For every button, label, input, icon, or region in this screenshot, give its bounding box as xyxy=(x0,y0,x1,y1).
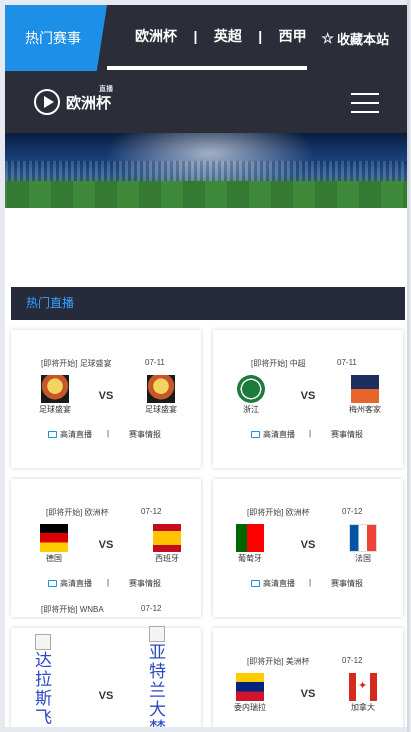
match-date: 07-11 xyxy=(337,358,357,367)
away-team[interactable]: 梅州客家 xyxy=(335,375,395,415)
match-info-link[interactable]: 赛事情报 xyxy=(129,578,161,589)
league-euro[interactable]: 欧洲杯 xyxy=(135,5,177,67)
team-name: 法国 xyxy=(355,554,371,563)
star-icon: ☆ xyxy=(321,29,334,46)
hd-live-link[interactable]: 高清直播 xyxy=(251,578,295,589)
main-nav: 欧洲杯 直播 xyxy=(5,71,409,133)
match-date: 07-11 xyxy=(145,358,165,367)
match-status: [即将开始] 中超 xyxy=(251,359,306,368)
tv-icon xyxy=(48,431,57,438)
team-name: 德国 xyxy=(46,554,62,563)
link-separator: | xyxy=(309,429,312,438)
tv-icon xyxy=(251,431,260,438)
match-card[interactable]: [即将开始] 中超 07-11 浙江 VS 梅州客家 高清直播 | 赛事情报 xyxy=(213,330,403,468)
match-date: 07-12 xyxy=(342,656,363,665)
hd-live-link[interactable]: 高清直播 xyxy=(251,429,295,440)
hamburger-menu-icon[interactable] xyxy=(351,93,379,113)
match-card[interactable]: [即将开始] 美洲杯 07-12 委内瑞拉 VS 加拿大 xyxy=(213,628,403,727)
match-card[interactable]: [即将开始] 足球盛宴 07-11 足球盛宴 VS 足球盛宴 高清直播 | 赛事… xyxy=(11,330,201,468)
team-name: 葡萄牙 xyxy=(238,554,262,563)
team-name: 委内瑞拉 xyxy=(234,703,266,712)
broken-image-icon xyxy=(35,634,51,650)
play-icon xyxy=(34,89,60,115)
link-separator: | xyxy=(107,578,110,587)
team-name: 加拿大 xyxy=(351,703,375,712)
match-status: [即将开始] 美洲杯 xyxy=(247,657,310,666)
league-scrollbar-thumb[interactable] xyxy=(107,66,307,70)
stadium-banner xyxy=(5,133,409,208)
vs-label: VS xyxy=(98,690,114,702)
team-name: 足球盛宴 xyxy=(145,405,177,414)
section-header: 热门直播 xyxy=(11,287,405,320)
league-strip[interactable]: 欧洲杯 | 英超 | 西甲 | 意 xyxy=(113,5,313,71)
match-info-link[interactable]: 赛事情报 xyxy=(331,429,363,440)
hot-events-tab[interactable]: 热门赛事 xyxy=(5,5,107,71)
broken-image-icon xyxy=(149,626,165,642)
tv-icon xyxy=(251,580,260,587)
match-date: 07-12 xyxy=(342,507,363,516)
page-scrollbar[interactable] xyxy=(407,0,409,732)
team-name: 浙江 xyxy=(243,405,259,414)
team-name: 达拉斯飞 xyxy=(35,651,52,727)
team-name: 亚特兰大梦 xyxy=(149,643,166,727)
logo-text: 欧洲杯 直播 xyxy=(66,86,113,113)
match-status: [即将开始] 足球盛宴 xyxy=(41,359,112,368)
match-status: [即将开始] 欧洲杯 xyxy=(46,508,109,517)
team-logo xyxy=(147,375,175,403)
away-team[interactable]: 足球盛宴 xyxy=(131,375,191,415)
favorite-button[interactable]: ☆ 收藏本站 xyxy=(321,5,389,71)
league-separator: | xyxy=(258,28,263,44)
match-status: [即将开始] WNBA xyxy=(41,605,104,614)
team-name: 足球盛宴 xyxy=(39,405,71,414)
team-flag xyxy=(349,524,377,552)
match-card[interactable]: [即将开始] 欧洲杯 07-12 葡萄牙 VS 法国 高清直播 | 赛事情报 xyxy=(213,479,403,617)
team-flag xyxy=(153,524,181,552)
hd-live-link[interactable]: 高清直播 xyxy=(48,578,92,589)
match-info-link[interactable]: 赛事情报 xyxy=(129,429,161,440)
match-status: [即将开始] 欧洲杯 xyxy=(247,508,310,517)
section-title: 热门直播 xyxy=(26,296,75,310)
team-name: 梅州客家 xyxy=(349,405,381,414)
favorite-label: 收藏本站 xyxy=(336,31,389,47)
home-team[interactable]: 达拉斯飞 xyxy=(35,634,55,727)
away-team[interactable]: 法国 xyxy=(333,524,393,564)
match-info-link[interactable]: 赛事情报 xyxy=(331,578,363,589)
league-laliga[interactable]: 西甲 xyxy=(279,5,307,67)
team-flag xyxy=(349,673,377,701)
away-team[interactable]: 加拿大 xyxy=(333,673,393,713)
match-card[interactable]: [即将开始] 欧洲杯 07-12 德国 VS 西班牙 高清直播 | 赛事情报 xyxy=(11,479,201,617)
page: 热门赛事 欧洲杯 | 英超 | 西甲 | 意 ☆ 收藏本站 欧洲杯 直播 xyxy=(5,5,409,727)
league-scrollbar[interactable] xyxy=(107,66,307,70)
match-card[interactable]: 达拉斯飞 VS 亚特兰大梦 xyxy=(11,626,201,727)
link-separator: | xyxy=(309,578,312,587)
logo-title: 欧洲杯 xyxy=(66,94,112,112)
link-separator: | xyxy=(107,429,110,438)
top-bar: 热门赛事 欧洲杯 | 英超 | 西甲 | 意 ☆ 收藏本站 xyxy=(5,5,409,71)
match-date: 07-12 xyxy=(141,507,162,516)
away-team[interactable]: 亚特兰大梦 xyxy=(149,626,169,727)
team-name: 西班牙 xyxy=(155,554,179,563)
site-logo[interactable]: 欧洲杯 直播 xyxy=(34,86,113,115)
logo-subtitle: 直播 xyxy=(99,85,114,93)
match-date: 07-12 xyxy=(141,604,162,613)
league-epl[interactable]: 英超 xyxy=(214,5,242,67)
away-team[interactable]: 西班牙 xyxy=(137,524,197,564)
team-logo xyxy=(351,375,379,403)
hd-live-link[interactable]: 高清直播 xyxy=(48,429,92,440)
league-separator: | xyxy=(193,28,198,44)
tv-icon xyxy=(48,580,57,587)
hot-events-label: 热门赛事 xyxy=(25,30,81,46)
